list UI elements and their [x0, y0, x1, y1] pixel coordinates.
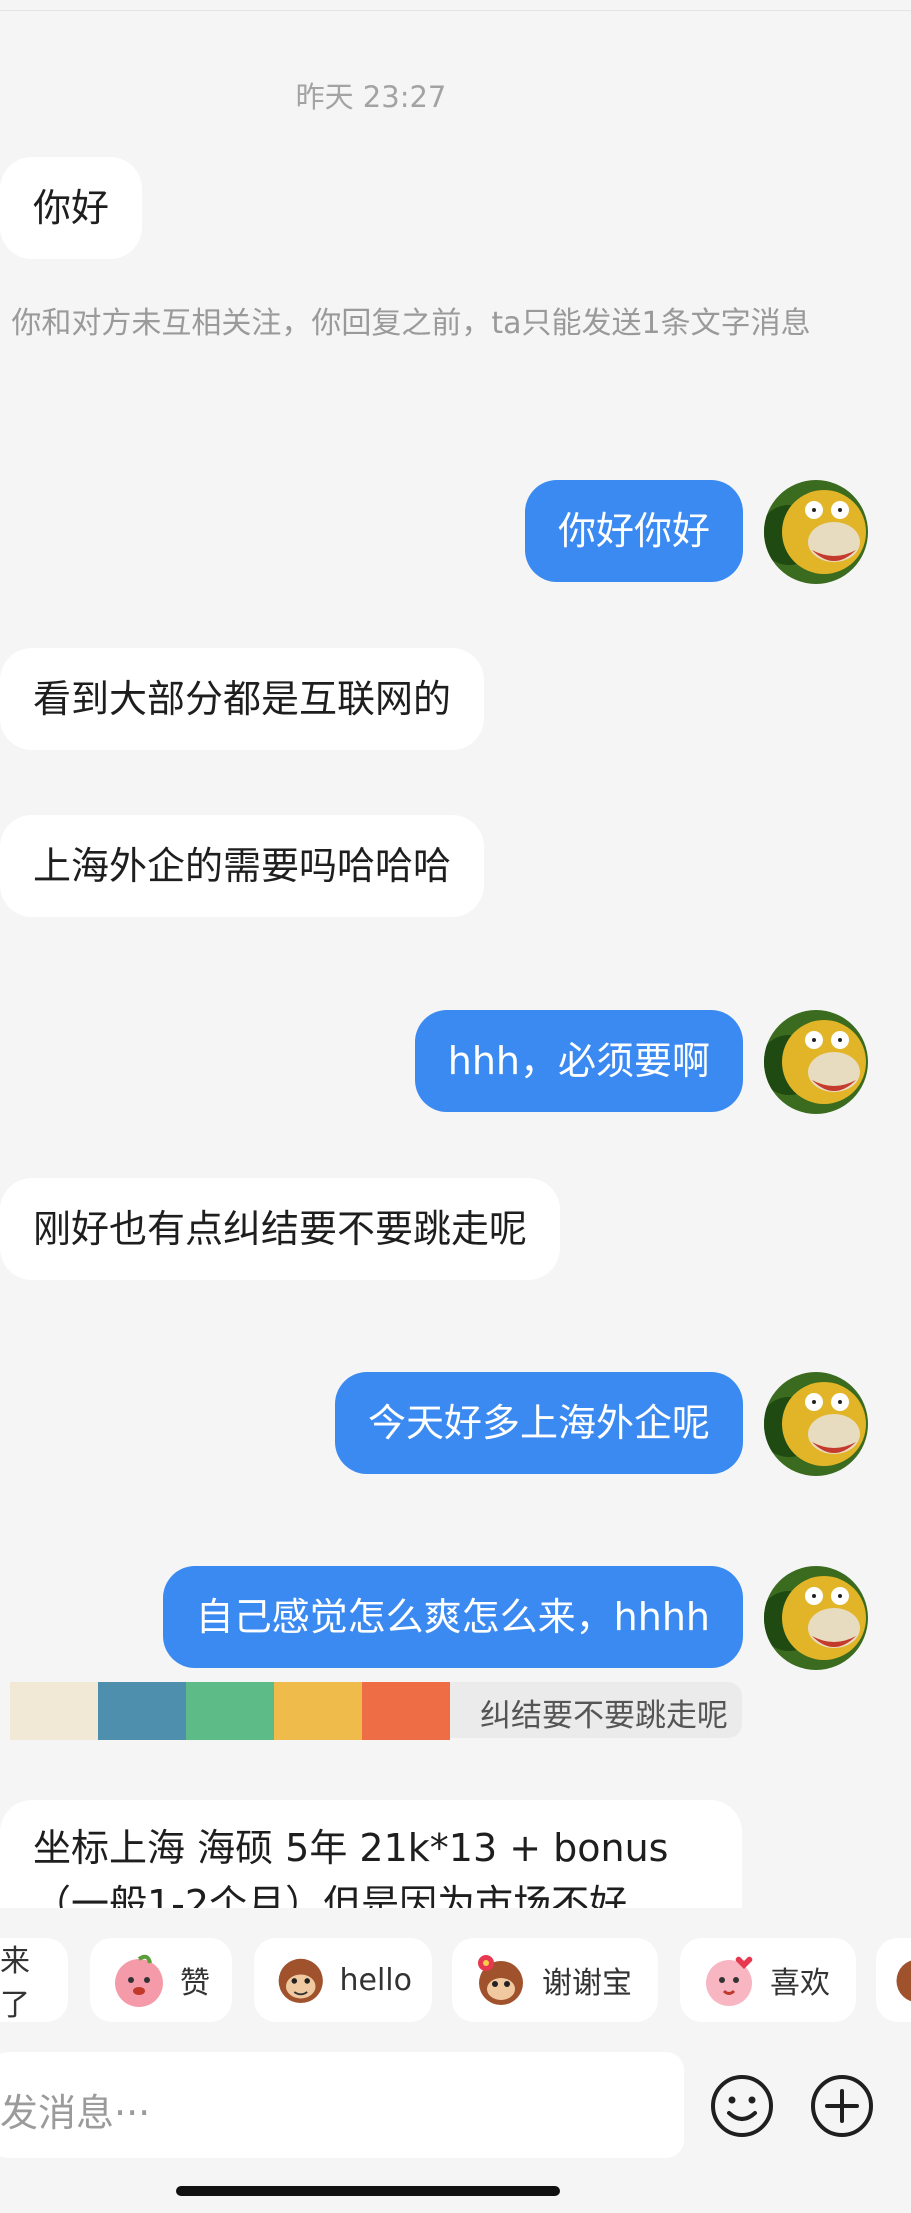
psyduck-avatar-icon	[764, 1566, 868, 1670]
quick-reply-label: hello	[339, 1962, 413, 1998]
quoted-text: 纠结要不要跳走呢	[480, 1698, 728, 1734]
palette-swatch	[362, 1682, 450, 1740]
message-bubble-outgoing[interactable]: 今天好多上海外企呢	[334, 1372, 743, 1474]
peach-sticker-icon	[115, 1954, 163, 2007]
color-palette-image	[10, 1682, 450, 1740]
peach-heart-sticker-icon	[706, 1956, 753, 2006]
follow-notice: 你和对方未互相关注，你回复之前，ta只能发送1条文字消息	[11, 306, 811, 341]
message-bubble-incoming[interactable]: 上海外企的需要吗哈哈哈	[0, 815, 485, 917]
message-partial-container: 坐标上海 海硕 5年 21k*13 + bonus（一般1-2个月）但是因为市场…	[0, 1800, 742, 1908]
psyduck-avatar-icon	[764, 1010, 868, 1114]
quick-reply-chip[interactable]	[876, 1938, 911, 2022]
quick-reply-chip[interactable]: 来了	[0, 1938, 68, 2023]
message-timestamp: 昨天 23:27	[295, 80, 447, 114]
message-bubble-incoming[interactable]: 刚好也有点纠结要不要跳走呢	[0, 1178, 561, 1280]
monkey-sticker-icon	[278, 1958, 323, 2004]
quick-reply-bar: 来了 赞 hello 谢谢宝 喜欢	[0, 1908, 911, 2048]
message-input[interactable]: 发消息···	[0, 2052, 684, 2158]
psyduck-avatar-icon	[764, 1372, 868, 1476]
user-avatar[interactable]	[764, 1372, 868, 1476]
message-bubble-incoming[interactable]: 坐标上海 海硕 5年 21k*13 + bonus（一般1-2个月）但是因为市场…	[0, 1800, 742, 1908]
palette-swatch	[10, 1682, 98, 1740]
user-avatar[interactable]	[764, 1010, 868, 1114]
top-divider	[0, 0, 911, 11]
quick-reply-chip[interactable]: hello	[254, 1938, 432, 2022]
smiley-face-icon[interactable]	[708, 2072, 776, 2140]
user-avatar[interactable]	[764, 1566, 868, 1670]
quick-reply-label: 喜欢	[770, 1966, 830, 2001]
message-bubble-outgoing[interactable]: 自己感觉怎么爽怎么来，hhhh	[162, 1566, 743, 1668]
quick-reply-chip[interactable]: 喜欢	[680, 1938, 856, 2022]
message-bubble-incoming[interactable]: 你好	[0, 157, 143, 259]
quick-reply-label: 来了	[0, 1944, 30, 2023]
message-input-placeholder: 发消息···	[0, 2091, 151, 2135]
message-bubble-incoming[interactable]: 看到大部分都是互联网的	[0, 648, 485, 750]
palette-swatch	[274, 1682, 362, 1740]
monkey-sticker-icon	[896, 1960, 911, 2002]
message-bubble-outgoing[interactable]: 你好你好	[524, 480, 743, 582]
palette-swatch	[186, 1682, 274, 1740]
composer-bar: 发消息···	[0, 2048, 911, 2168]
quick-reply-label: 谢谢宝	[542, 1966, 632, 2001]
psyduck-avatar-icon	[764, 480, 868, 584]
quick-reply-chip[interactable]: 赞	[90, 1938, 232, 2022]
quoted-reply[interactable]: 纠结要不要跳走呢	[10, 1682, 742, 1740]
quick-reply-chip[interactable]: 谢谢宝	[452, 1938, 658, 2022]
home-indicator	[176, 2186, 560, 2196]
user-avatar[interactable]	[764, 480, 868, 584]
quick-reply-label: 赞	[180, 1966, 210, 2001]
message-bubble-outgoing[interactable]: hhh，必须要啊	[414, 1010, 743, 1112]
monkey-flower-sticker-icon	[478, 1955, 523, 2005]
palette-swatch	[98, 1682, 186, 1740]
plus-circle-icon[interactable]	[808, 2072, 876, 2140]
